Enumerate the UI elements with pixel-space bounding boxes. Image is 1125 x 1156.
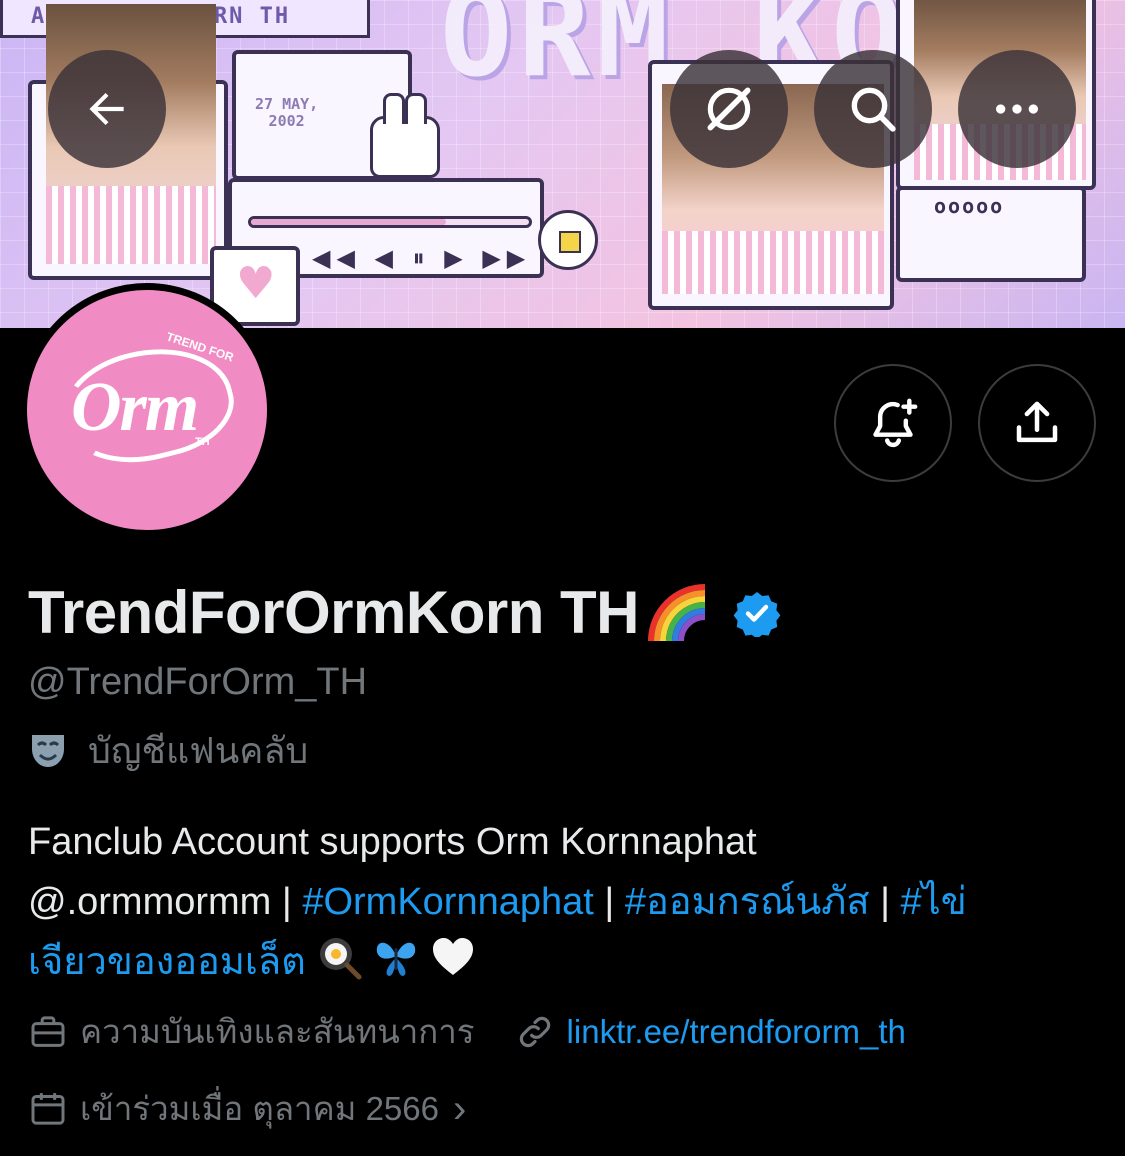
notifications-button[interactable] (834, 364, 952, 482)
butterfly-icon (376, 942, 416, 976)
profile-link[interactable]: linktr.ee/trendfororm_th (567, 1013, 906, 1051)
back-button[interactable] (48, 50, 166, 168)
bio-mention: @.ormmormm (28, 881, 272, 923)
hashtag-omelet-end[interactable]: เจียวของออมเล็ต (28, 941, 306, 983)
grok-button[interactable] (670, 50, 788, 168)
account-label: บัญชีแฟนคลับ (28, 722, 308, 779)
hashtag-ormkornnaphat[interactable]: #OrmKornnaphat (302, 881, 594, 923)
bio-line1: Fanclub Account supports Orm Kornnaphat (28, 821, 757, 863)
bio-line3: เจียวของออมเล็ต (28, 932, 1103, 992)
banner-player-right: ooooo (896, 186, 1086, 282)
avatar[interactable]: TREND FOR Orm TH (27, 290, 267, 530)
banner-player-progress (248, 216, 532, 228)
briefcase-icon (31, 1015, 65, 1047)
banner-player-controls: ◀◀ ◀ ⏸ ▶ ▶▶ (312, 244, 532, 272)
flower-icon (538, 210, 598, 270)
theater-mask-icon (32, 734, 64, 767)
bio-separator: | (869, 881, 901, 923)
rainbow-emoji-icon (648, 583, 706, 641)
avatar-brand-text: Orm (71, 369, 199, 446)
profile-meta-row: ความบันเทิงและสันทนาการ linktr.ee/trendf… (28, 1005, 906, 1058)
bio: Fanclub Account supports Orm Kornnaphat … (28, 812, 1103, 992)
frying-pan-egg-icon (320, 938, 362, 980)
verified-badge-icon[interactable] (733, 589, 781, 637)
bell-plus-icon (873, 398, 918, 448)
profile-banner[interactable]: ORM KORN AL FOR ORMKORN TH 27 MAY, 2002 … (0, 0, 1125, 328)
avatar-th-text: TH (195, 436, 210, 448)
bio-separator: | (593, 881, 625, 923)
banner-date-line2: 2002 (268, 112, 305, 130)
hashtag-thai-name[interactable]: #ออมกรณ์นภัส (625, 881, 870, 923)
banner-photo-stripe (46, 186, 216, 264)
share-icon (1016, 401, 1058, 443)
joined-date: เข้าร่วมเมื่อ ตุลาคม 2566 (80, 1090, 439, 1127)
handle: @TrendForOrm_TH (28, 661, 368, 703)
banner-date: 27 MAY, 2002 (255, 96, 318, 130)
share-button[interactable] (978, 364, 1096, 482)
banner-player-right-dots: ooooo (934, 194, 1005, 218)
account-label-text: บัญชีแฟนคลับ (88, 730, 309, 771)
chevron-right-icon: › (453, 1086, 467, 1131)
search-icon (851, 87, 896, 132)
bunny-icon (370, 93, 440, 178)
grok-slash-icon (707, 87, 751, 131)
arrow-left-icon (89, 92, 124, 126)
display-name: TrendForOrmKorn TH (28, 578, 781, 647)
calendar-icon (31, 1092, 65, 1125)
profile-category: ความบันเทิงและสันทนาการ (80, 1013, 475, 1050)
bio-line2: @.ormmormm | #OrmKornnaphat | #ออมกรณ์นภ… (28, 872, 1103, 932)
hashtag-omelet-start[interactable]: #ไข่ (901, 881, 967, 923)
more-button[interactable] (958, 50, 1076, 168)
link-icon (519, 1016, 550, 1047)
bio-separator: | (271, 881, 303, 923)
banner-photo-stripe (662, 231, 884, 294)
white-heart-icon (432, 938, 473, 975)
heart-icon: ♥ (236, 258, 276, 309)
joined-row[interactable]: เข้าร่วมเมื่อ ตุลาคม 2566 › (28, 1082, 466, 1135)
more-horizontal-icon (996, 104, 1038, 114)
display-name-text: TrendForOrmKorn TH (28, 579, 640, 646)
banner-date-line1: 27 MAY, (255, 95, 319, 113)
search-button[interactable] (814, 50, 932, 168)
